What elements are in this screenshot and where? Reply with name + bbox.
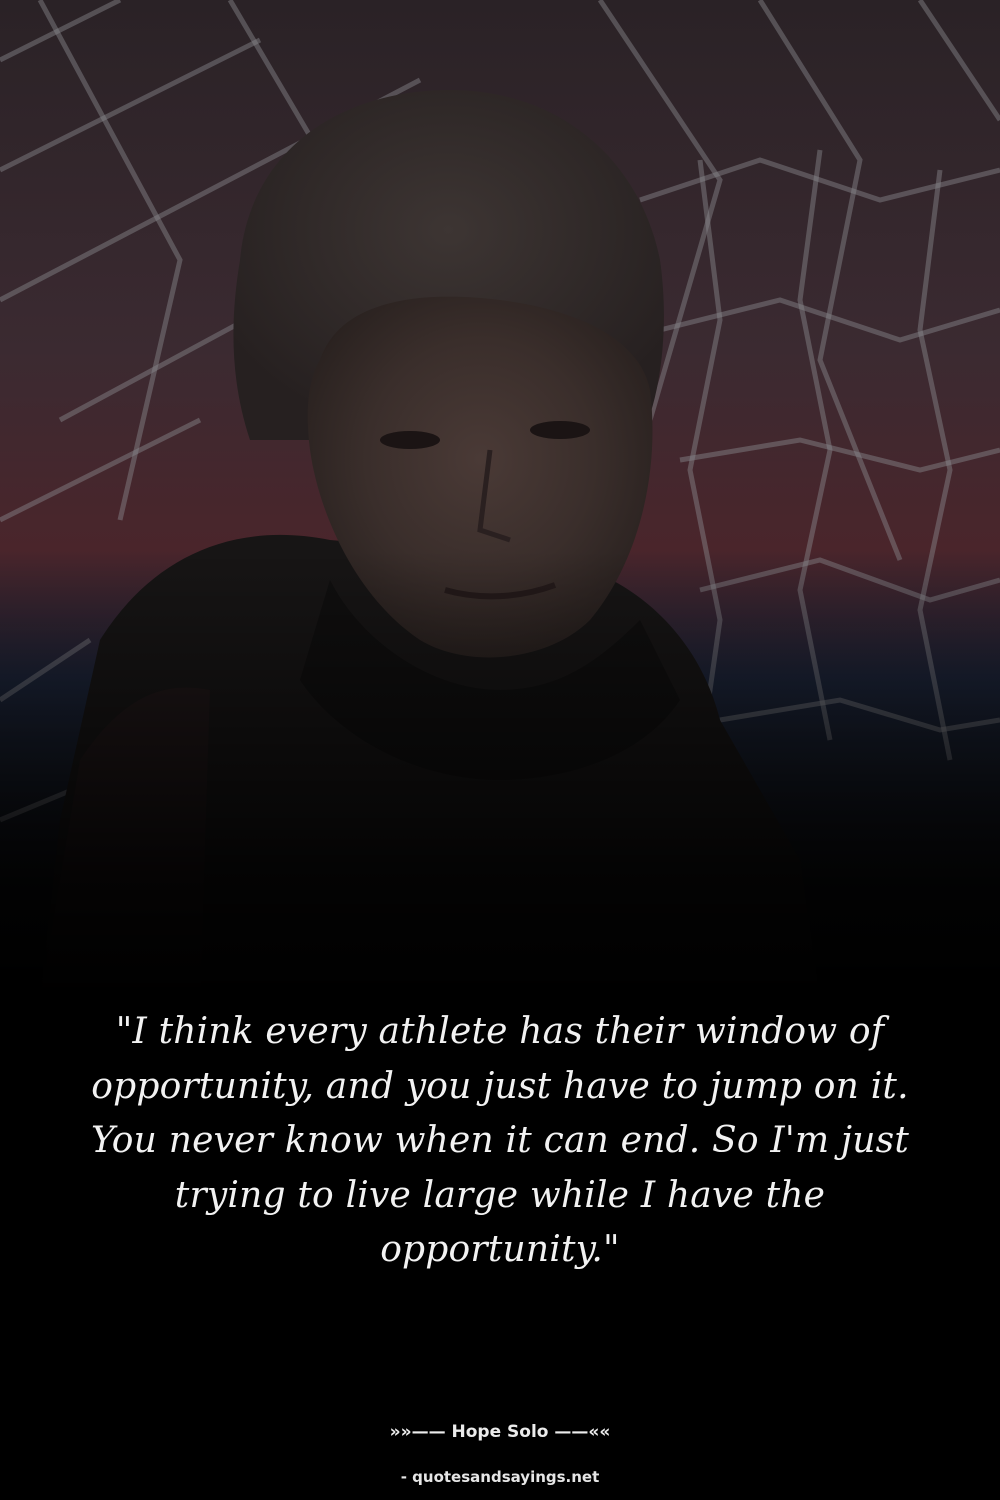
quote-text: "I think every athlete has their window …: [90, 1011, 910, 1270]
photo-fade-overlay: [0, 0, 1000, 1000]
author-attribution: »»—— Hope Solo ——««: [389, 1422, 611, 1442]
source-watermark: - quotesandsayings.net: [400, 1468, 600, 1486]
